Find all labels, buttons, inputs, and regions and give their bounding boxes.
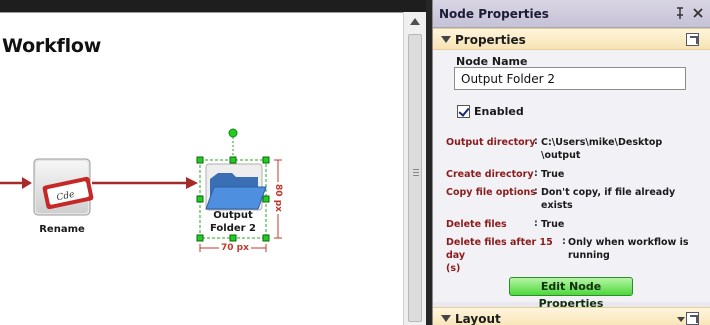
output-folder-label-line1: Output — [213, 210, 253, 221]
connector-in — [0, 177, 32, 189]
prop-key: Create directory — [446, 169, 534, 180]
collapse-triangle-icon[interactable] — [441, 315, 451, 322]
prop-value-line1: Don't copy, if file already — [541, 187, 676, 198]
prop-key-line2: (s) — [446, 263, 461, 274]
node-name-input[interactable] — [454, 67, 686, 90]
prop-value: Don't copy, if file already exists — [541, 186, 675, 212]
scroll-thumb[interactable] — [408, 34, 422, 322]
workflow-canvas[interactable]: Workflow Cde Rename Output Folder 2 70 p… — [0, 12, 403, 325]
workflow-canvas-frame: Workflow Cde Rename Output Folder 2 70 p… — [0, 0, 426, 325]
rotate-handle — [228, 128, 238, 138]
prop-value: Only when workflow is running — [568, 236, 689, 262]
prop-colon: : — [562, 236, 566, 247]
canvas-vertical-scrollbar[interactable] — [403, 12, 426, 325]
prop-value-line1: Only when workflow is — [568, 237, 689, 248]
app-window: Workflow Cde Rename Output Folder 2 70 p… — [0, 0, 710, 325]
edit-node-properties-button[interactable]: Edit Node Properties — [509, 277, 633, 310]
popout-icon[interactable] — [686, 312, 699, 325]
properties-section-title: Properties — [455, 33, 526, 47]
workflow-diagram: Cde — [0, 128, 282, 252]
prop-colon: : — [534, 168, 538, 179]
connector-rename-to-output — [92, 177, 198, 189]
width-dimension-label: 70 px — [219, 243, 251, 253]
prop-key: Delete files — [446, 219, 507, 230]
prop-key: Copy file options — [446, 187, 536, 198]
enabled-checkbox[interactable] — [457, 105, 470, 118]
panel-title: Node Properties — [439, 7, 549, 21]
dropdown-arrow-icon[interactable] — [677, 317, 685, 322]
layout-section-header[interactable]: Layout — [433, 307, 710, 325]
prop-value-line2: \output — [541, 150, 581, 161]
rename-node-label: Rename — [39, 224, 85, 235]
prop-value-line1: C:\Users\mike\Desktop — [541, 137, 663, 148]
node-properties-panel: Node Properties Properties Node Name Ena… — [432, 0, 710, 325]
prop-value: C:\Users\mike\Desktop \output — [541, 136, 662, 162]
prop-value-line2: running — [568, 250, 610, 261]
prop-colon: : — [534, 218, 538, 229]
properties-body: Node Name Enabled Output directory : C:\… — [433, 50, 710, 310]
layout-section-title: Layout — [455, 312, 501, 325]
folder-icon — [205, 163, 267, 211]
pin-icon[interactable] — [673, 6, 687, 20]
prop-value-line2: exists — [541, 200, 573, 211]
prop-key-line1: Delete files after 15 day — [446, 237, 553, 261]
prop-key: Delete files after 15 day (s) — [446, 236, 570, 275]
output-folder-node-label: Output Folder 2 — [196, 209, 270, 235]
prop-colon: : — [534, 136, 538, 147]
output-folder-label-line2: Folder 2 — [209, 223, 257, 234]
rename-node[interactable]: Cde — [33, 158, 94, 216]
prop-colon: : — [534, 186, 538, 197]
enabled-label: Enabled — [474, 105, 524, 118]
close-icon[interactable] — [691, 6, 705, 20]
popout-icon[interactable] — [686, 33, 699, 46]
properties-section-header[interactable]: Properties — [433, 28, 710, 50]
prop-value: True — [541, 219, 565, 230]
height-dimension-label: 80 px — [272, 182, 283, 214]
scroll-up-arrow-icon[interactable] — [410, 18, 420, 25]
collapse-triangle-icon[interactable] — [441, 36, 451, 43]
prop-key: Output directory — [446, 137, 536, 148]
panel-header: Node Properties — [433, 0, 710, 28]
prop-value: True — [541, 169, 565, 180]
